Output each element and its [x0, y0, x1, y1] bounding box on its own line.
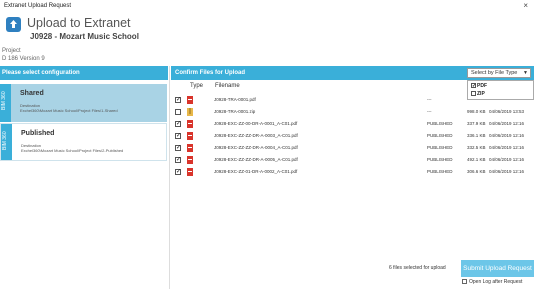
project-info: Project D 186 Version 9 [2, 47, 45, 63]
file-status: PUBLISHED [427, 121, 453, 126]
file-date: 04/06/2019 12:16 [489, 169, 525, 174]
zip-icon [187, 108, 193, 116]
file-size: 492.1 KB [467, 157, 486, 162]
file-size: 337.9 KB [467, 121, 486, 126]
bim360-tab: BIM 360 [0, 84, 11, 122]
file-checkbox[interactable]: ✓ [175, 157, 181, 163]
file-type-filter[interactable]: Select by File Type ▼ [467, 68, 531, 78]
file-row[interactable]: ✓ J0928-EXC-ZZ-ZZ-DR-A-0005_A-C01.pdf PUBL… [171, 155, 534, 167]
filter-option-zip[interactable]: ZIP [471, 91, 485, 97]
file-name: J0928-EXC-ZZ-01-DR-A-0002_A-C01.pdf [214, 169, 298, 174]
page-title: Upload to Extranet [27, 16, 131, 30]
pdf-icon [187, 132, 193, 140]
config-card-published[interactable]: BIM 360 Published Destination Exchel360\… [0, 123, 167, 161]
file-size: 998.0 KB [467, 109, 486, 114]
file-size: 332.5 KB [467, 145, 486, 150]
file-checkbox[interactable]: ✓ [175, 169, 181, 175]
file-type-options: ✓PDF ZIP [467, 80, 534, 100]
open-log-option[interactable]: Open Log after Request [462, 279, 522, 285]
file-checkbox[interactable] [175, 109, 181, 115]
file-row[interactable]: J0928-TRA-0001.zip --- 998.0 KB 04/06/2019 … [171, 107, 534, 119]
dialog-header: Upload to Extranet J0928 - Mozart Music … [0, 12, 534, 46]
file-name: J0928-TRA-0001.zip [214, 109, 256, 114]
pdf-icon [187, 96, 193, 104]
filter-option-pdf[interactable]: ✓PDF [471, 83, 487, 89]
file-name: J0928-TRA-0001.pdf [214, 97, 256, 102]
file-name: J0928-EXC-ZZ-ZZ-DR-A-0004_A-C01.pdf [214, 145, 298, 150]
file-size: 336.1 KB [467, 133, 486, 138]
project-label: Project [2, 48, 21, 54]
open-log-checkbox[interactable] [462, 279, 467, 285]
column-type[interactable]: Type [190, 83, 203, 89]
config-card-shared[interactable]: BIM 360 Shared Destination Exchel360\Moz… [0, 84, 167, 122]
selected-count: 6 files selected for upload [389, 265, 446, 271]
file-checkbox[interactable]: ✓ [175, 97, 181, 103]
chevron-down-icon: ▼ [523, 70, 528, 76]
destination-path: Exchel360\Mozart Music School\Project Fi… [20, 108, 118, 113]
project-subtitle: J0928 - Mozart Music School [30, 32, 139, 41]
file-row[interactable]: ✓ J0928-EXC-ZZ-01-DR-A-0002_A-C01.pdf PUBL… [171, 167, 534, 179]
file-name: J0928-EXC-ZZ-ZZ-DR-A-0003_A-C01.pdf [214, 133, 298, 138]
file-row[interactable]: ✓ J0928-EXC-ZZ-00-DR-A-0001_A-C01.pdf PUBL… [171, 119, 534, 131]
file-date: 04/06/2019 12:16 [489, 157, 525, 162]
pdf-icon [187, 168, 193, 176]
panel-divider [169, 66, 170, 289]
config-card-title: Shared [20, 90, 44, 97]
project-id: D 186 Version 9 [2, 56, 45, 62]
file-status: PUBLISHED [427, 169, 453, 174]
file-name: J0928-EXC-ZZ-ZZ-DR-A-0005_A-C01.pdf [214, 157, 298, 162]
file-status: --- [427, 97, 432, 102]
file-checkbox[interactable]: ✓ [175, 145, 181, 151]
file-date: 04/06/2019 12:16 [489, 133, 525, 138]
window-titlebar: Extranet Upload Request × [0, 0, 534, 12]
file-name: J0928-EXC-ZZ-00-DR-A-0001_A-C01.pdf [214, 121, 298, 126]
close-icon[interactable]: × [523, 0, 528, 12]
file-date: 04/06/2019 12:16 [489, 121, 525, 126]
submit-upload-button[interactable]: Submit Upload Request [461, 260, 534, 277]
files-heading: Confirm Files for Upload [175, 70, 246, 76]
file-date: 04/06/2019 13:53 [489, 109, 525, 114]
destination-path: Exchel360\Mozart Music School\Project Fi… [21, 148, 124, 153]
files-heading-bar: Confirm Files for Upload Select by File … [171, 66, 534, 80]
upload-icon [6, 17, 21, 32]
pdf-icon [187, 120, 193, 128]
file-row[interactable]: ✓ J0928-EXC-ZZ-ZZ-DR-A-0004_A-C01.pdf PUBL… [171, 143, 534, 155]
file-status: --- [427, 109, 432, 114]
pdf-icon [187, 156, 193, 164]
file-checkbox[interactable]: ✓ [175, 133, 181, 139]
file-size: 306.6 KB [467, 169, 486, 174]
file-status: PUBLISHED [427, 145, 453, 150]
column-filename[interactable]: Filename [215, 83, 240, 89]
file-status: PUBLISHED [427, 133, 453, 138]
file-checkbox[interactable]: ✓ [175, 121, 181, 127]
config-card-title: Published [21, 130, 55, 137]
file-status: PUBLISHED [427, 157, 453, 162]
file-row[interactable]: ✓ J0928-EXC-ZZ-ZZ-DR-A-0003_A-C01.pdf PUBL… [171, 131, 534, 143]
window-title: Extranet Upload Request [4, 3, 72, 9]
pdf-icon [187, 144, 193, 152]
file-date: 04/06/2019 12:16 [489, 145, 525, 150]
config-heading: Please select configuration [0, 66, 168, 80]
bim360-tab: BIM 360 [1, 124, 12, 160]
